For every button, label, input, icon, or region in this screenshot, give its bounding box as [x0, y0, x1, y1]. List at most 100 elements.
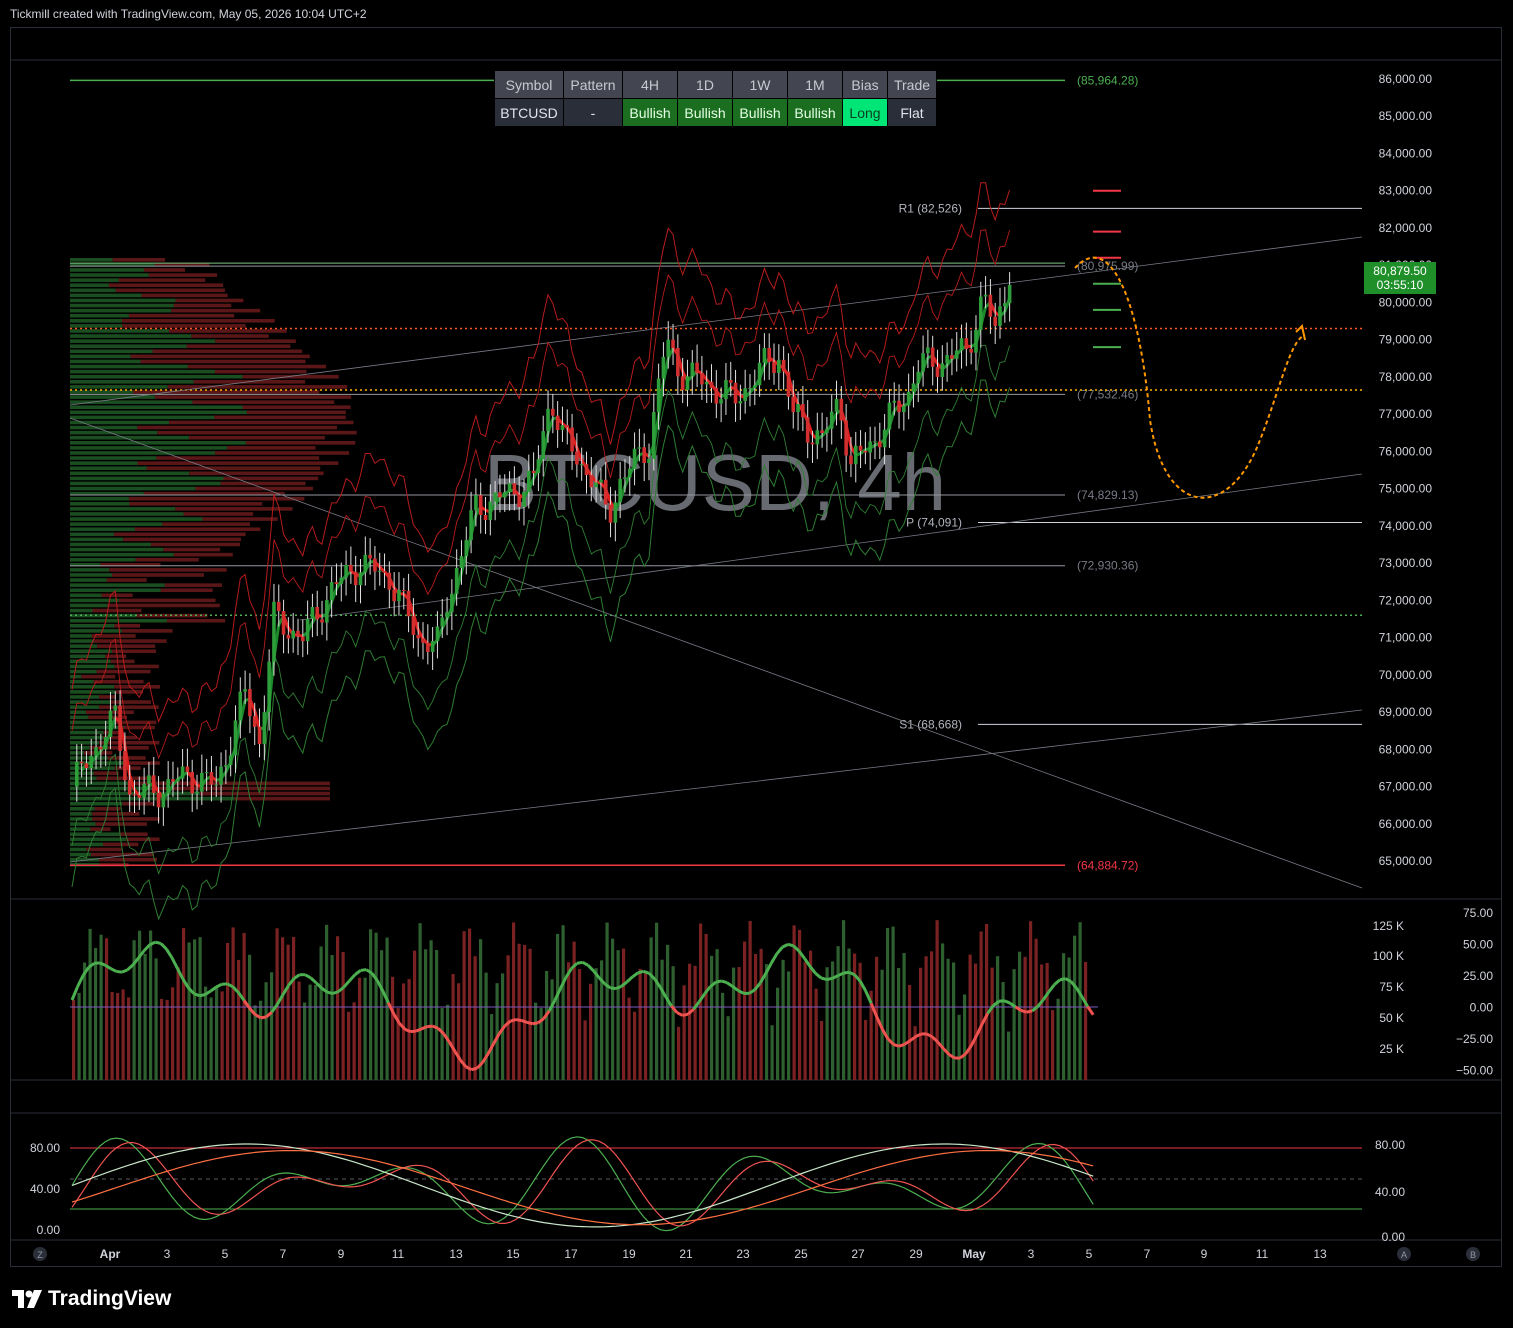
tradingview-logo[interactable]: TradingView [12, 1287, 171, 1311]
volume-bar [369, 929, 373, 1080]
momentum-line-segment [631, 971, 639, 979]
volume-profile-row [135, 557, 199, 562]
momentum-line-segment [159, 942, 168, 950]
candle-body [892, 400, 897, 403]
chart-canvas[interactable]: BTCUSD, 4h (85,964.28) R1 (82,526) (80,975.… [0, 0, 1513, 1328]
volume-profile-row [175, 298, 244, 303]
candle-body [166, 779, 170, 794]
candle-body [940, 363, 945, 378]
candle-body [652, 412, 656, 459]
volume-bar [759, 948, 763, 1080]
volume-profile-row [70, 471, 190, 476]
volume-profile-row [70, 380, 194, 384]
volume-bar [198, 937, 202, 1080]
candle-body [873, 441, 877, 443]
volume-bar [303, 1002, 307, 1080]
candle-body [1007, 284, 1012, 304]
volume-profile-row [70, 481, 221, 486]
candle-body [286, 634, 291, 639]
volume-profile-row [70, 735, 104, 740]
volume-profile-row [70, 547, 164, 552]
momentum-line-segment [682, 1012, 689, 1017]
volume-profile-row [70, 364, 188, 369]
volume-bar [924, 956, 928, 1080]
candle-body [767, 347, 772, 363]
candle-body [89, 755, 94, 769]
candle-body [935, 366, 940, 378]
candle-body [820, 430, 824, 434]
volume-profile-row [191, 334, 269, 338]
volume-profile-row [70, 542, 152, 547]
volume-bar [946, 958, 950, 1080]
volume-profile-row [70, 415, 215, 420]
volume-profile-row [70, 466, 147, 471]
momentum-line-segment [576, 960, 583, 965]
volume-bar [836, 946, 840, 1080]
volume-profile-row [192, 400, 335, 404]
volume-profile-row [70, 578, 107, 582]
volume-profile-row [112, 573, 204, 577]
candle-body [185, 766, 190, 772]
candle-body [844, 420, 848, 456]
candle-body [435, 626, 440, 642]
candle-body [584, 464, 589, 476]
volume-bar [171, 987, 175, 1080]
volume-profile-row [99, 857, 158, 862]
volume-bar [1078, 922, 1082, 1080]
candle-body [200, 772, 204, 792]
candle-body [930, 347, 935, 367]
volume-profile-row [135, 781, 330, 786]
signal-table-row: BTCUSD - Bullish Bullish Bullish Bullish… [494, 98, 937, 127]
volume-bar [248, 954, 252, 1080]
volume-profile-row [122, 324, 246, 328]
volume-profile-row [70, 385, 168, 389]
volume-bar [149, 930, 153, 1080]
volume-profile-row [70, 441, 246, 445]
momentum-line-segment [726, 981, 734, 988]
volume-profile-row [115, 288, 225, 293]
momentum-line-segment [170, 957, 179, 970]
volume-profile-row [234, 796, 330, 801]
candle-body [969, 349, 973, 353]
candle-body [512, 483, 517, 495]
candle-body [103, 736, 108, 750]
candle-body [493, 492, 497, 502]
volume-bar [484, 972, 488, 1080]
momentum-line-segment [360, 968, 367, 972]
candle-body [950, 355, 954, 359]
volume-profile-row [109, 568, 227, 572]
volume-bar [352, 1002, 356, 1080]
candle-body [75, 761, 79, 787]
volume-profile-row [137, 461, 339, 465]
volume-bar [292, 936, 296, 1080]
momentum-line-segment [309, 976, 318, 985]
volume-bar [583, 1020, 587, 1080]
volume-bar [462, 931, 466, 1080]
volume-profile-row [70, 405, 243, 410]
candle-body [224, 765, 228, 767]
momentum-line-segment [143, 943, 151, 952]
oscillator-axis-tick: 25.00 [1463, 969, 1493, 983]
momentum-line-segment [165, 948, 174, 959]
volume-axis-tick: 100 K [1373, 949, 1404, 963]
momentum-line-segment [1026, 1009, 1033, 1014]
candle-body [656, 378, 661, 413]
volume-bar [83, 962, 87, 1080]
volume-profile-row [164, 583, 223, 587]
volume-profile-row [70, 715, 89, 720]
candle-body [301, 636, 305, 642]
candle-body [680, 376, 685, 391]
time-axis-tick: 3 [1028, 1247, 1035, 1261]
momentum-line-segment [154, 940, 162, 945]
volume-profile-row [70, 837, 127, 842]
stoch-right-tick: 0.00 [1382, 1230, 1406, 1244]
volume-profile-row [220, 481, 306, 486]
volume-bar [121, 989, 125, 1080]
volume-bar [1056, 998, 1060, 1080]
volume-profile-row [111, 649, 157, 654]
volume-bar [919, 967, 923, 1080]
signal-4h: Bullish [622, 98, 678, 127]
volume-bar [847, 948, 851, 1080]
volume-bar [974, 963, 978, 1080]
candle-body [411, 616, 416, 635]
